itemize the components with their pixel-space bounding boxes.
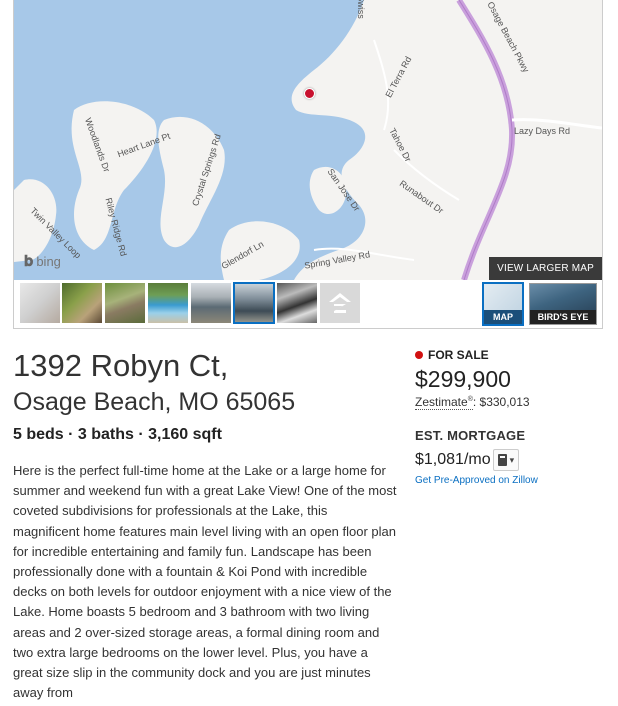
bing-icon: 𝐛 — [24, 253, 34, 270]
road-label: Lazy Days Rd — [514, 126, 571, 136]
zestimate-value: : $330,013 — [472, 395, 530, 409]
photo-thumbnail[interactable] — [233, 282, 275, 324]
city-state-zip: Osage Beach, MO 65065 — [13, 388, 296, 416]
photo-thumbnail[interactable] — [277, 283, 317, 323]
photo-thumbnail[interactable] — [148, 283, 188, 323]
photo-thumbnail-strip: MAP BIRD'S EYE — [13, 280, 603, 329]
property-map[interactable]: Swiss Osage Beach Pkwy El Terra Rd Lazy … — [13, 0, 603, 281]
listing-status: FOR SALE — [415, 348, 489, 362]
more-photos-thumbnail[interactable] — [320, 283, 360, 323]
property-description: Here is the perfect full-time home at th… — [13, 463, 397, 701]
road-label: Swiss — [355, 0, 366, 19]
mortgage-estimate: $1,081/mo ▾ — [415, 449, 520, 471]
zillow-logo-icon — [329, 293, 351, 313]
view-larger-map-button[interactable]: VIEW LARGER MAP — [489, 257, 602, 280]
map-view-button[interactable]: MAP — [482, 282, 524, 326]
mortgage-calculator-button[interactable]: ▾ — [492, 449, 520, 471]
get-preapproved-link[interactable]: Get Pre-Approved on Zillow — [415, 475, 538, 486]
map-view-label: MAP — [484, 310, 522, 324]
bing-logo: 𝐛 bing — [24, 253, 61, 270]
photo-thumbnail[interactable] — [191, 283, 231, 323]
birds-eye-view-button[interactable]: BIRD'S EYE — [529, 283, 597, 325]
calculator-icon — [497, 454, 507, 466]
mortgage-heading: EST. MORTGAGE — [415, 428, 526, 443]
chevron-down-icon: ▾ — [509, 454, 515, 465]
listing-price: $299,900 — [415, 366, 511, 392]
birds-eye-view-label: BIRD'S EYE — [530, 310, 596, 324]
map-provider-label: bing — [36, 254, 61, 269]
property-facts: 5 beds · 3 baths · 3,160 sqft — [13, 426, 222, 443]
zestimate: Zestimate®: $330,013 — [415, 395, 530, 410]
status-dot-icon — [415, 351, 423, 359]
mortgage-value: $1,081/mo — [415, 451, 491, 468]
street-address: 1392 Robyn Ct, — [13, 348, 229, 383]
status-label: FOR SALE — [428, 348, 489, 362]
photo-thumbnail[interactable] — [20, 283, 60, 323]
zestimate-link[interactable]: Zestimate® — [415, 395, 473, 410]
photo-thumbnail[interactable] — [62, 283, 102, 323]
photo-thumbnail[interactable] — [105, 283, 145, 323]
property-location-pin[interactable] — [304, 88, 315, 99]
